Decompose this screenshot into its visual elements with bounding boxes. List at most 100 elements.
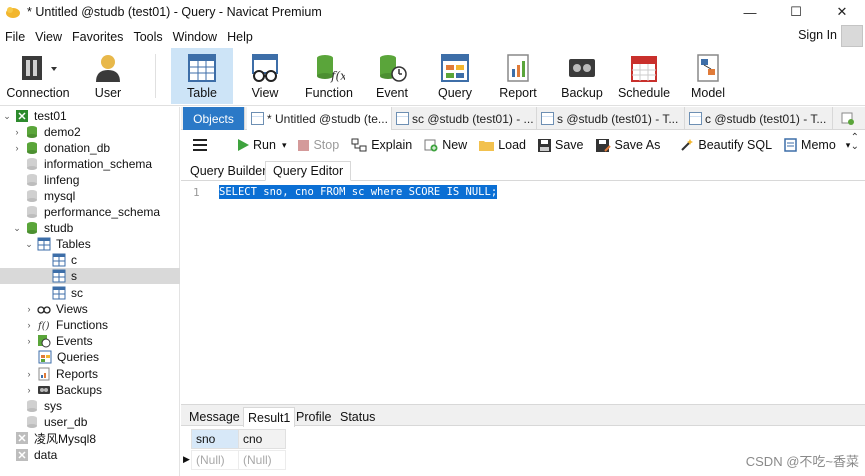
- event-icon: [380, 55, 407, 82]
- tree-item-events[interactable]: › Events: [0, 333, 180, 349]
- tree-item-test01[interactable]: ⌄ test01: [0, 108, 180, 124]
- tree-item-table-s[interactable]: s: [0, 268, 180, 284]
- tree-item-table-sc[interactable]: sc: [0, 285, 180, 301]
- tree-item-lingfeng-mysql8[interactable]: 凌风Mysql8: [0, 430, 180, 446]
- load-button[interactable]: Load: [479, 138, 526, 152]
- column-header-cno[interactable]: cno: [238, 429, 286, 449]
- stop-label: Stop: [313, 138, 340, 152]
- maximize-button[interactable]: ☐: [773, 0, 819, 24]
- menu-window[interactable]: Window: [168, 30, 222, 44]
- tab-untitled-query[interactable]: * Untitled @studb (te...: [247, 107, 392, 130]
- run-button[interactable]: Run ▾: [237, 138, 286, 152]
- tree-item-mysql[interactable]: mysql: [0, 188, 180, 204]
- function-button[interactable]: f(x) Function: [300, 48, 358, 104]
- line-gutter: 1: [181, 182, 213, 402]
- tree-item-sys[interactable]: sys: [0, 398, 180, 414]
- beautify-sql-button[interactable]: Beautify SQL: [680, 138, 772, 152]
- tree-item-studb[interactable]: ⌄ studb: [0, 220, 180, 236]
- column-header-sno[interactable]: sno: [191, 429, 239, 449]
- tree-item-backups[interactable]: › Backups: [0, 382, 180, 398]
- menu-toggle-button[interactable]: [193, 139, 207, 151]
- minimize-button[interactable]: —: [727, 0, 773, 24]
- tree-item-user-db[interactable]: user_db: [0, 414, 180, 430]
- tree-item-table-c[interactable]: c: [0, 252, 180, 268]
- sign-in-link[interactable]: Sign In: [798, 28, 837, 42]
- tree-item-donation-db[interactable]: › donation_db: [0, 140, 180, 156]
- stop-button[interactable]: Stop: [298, 138, 339, 152]
- run-label: Run: [253, 138, 276, 152]
- sql-editor[interactable]: 1 SELECT sno, cno FROM sc where SCORE IS…: [181, 182, 865, 402]
- save-button[interactable]: Save: [538, 138, 584, 152]
- backup-button[interactable]: Backup: [556, 48, 608, 104]
- memo-button[interactable]: Memo ▾: [784, 138, 850, 152]
- menu-help[interactable]: Help: [222, 30, 258, 44]
- tree-item-information-schema[interactable]: information_schema: [0, 156, 180, 172]
- model-button[interactable]: Model: [684, 48, 732, 104]
- tree-label: Functions: [56, 318, 109, 332]
- tree-item-views[interactable]: › Views: [0, 301, 180, 317]
- chevron-right-icon[interactable]: ›: [24, 385, 34, 395]
- schedule-button[interactable]: Schedule: [618, 48, 670, 104]
- tab-sc-table[interactable]: sc @studb (test01) - ...: [392, 107, 537, 130]
- overflow-chevron-icon[interactable]: ⌃ ⌄: [851, 133, 859, 152]
- close-button[interactable]: ✕: [819, 0, 865, 24]
- query-button[interactable]: Query: [431, 48, 479, 104]
- table-icon: [52, 286, 66, 300]
- chevron-right-icon[interactable]: ›: [24, 369, 34, 379]
- tree-item-performance-schema[interactable]: performance_schema: [0, 204, 180, 220]
- report-button[interactable]: Report: [494, 48, 542, 104]
- tab-overflow[interactable]: [837, 107, 861, 130]
- chevron-right-icon[interactable]: ›: [24, 304, 34, 314]
- database-closed-icon: [27, 158, 37, 170]
- current-row-marker-icon: ▶: [183, 454, 190, 464]
- connection-icon: [16, 110, 28, 122]
- tab-objects[interactable]: Objects: [183, 107, 245, 130]
- tree-label: information_schema: [44, 157, 153, 171]
- menu-file[interactable]: File: [0, 30, 30, 44]
- tab-result1[interactable]: Result1: [243, 407, 296, 427]
- chevron-down-icon[interactable]: ⌄: [2, 111, 12, 122]
- chevron-right-icon[interactable]: ›: [24, 336, 34, 346]
- tree-label: performance_schema: [44, 205, 161, 219]
- tab-profile[interactable]: Profile: [292, 407, 335, 427]
- chevron-right-icon[interactable]: ›: [24, 320, 34, 330]
- chevron-down-icon[interactable]: ⌄: [12, 223, 22, 234]
- avatar[interactable]: [841, 25, 863, 47]
- tab-c-table[interactable]: c @studb (test01) - T...: [685, 107, 833, 130]
- tree-label: c: [71, 253, 77, 267]
- chevron-right-icon[interactable]: ›: [12, 143, 22, 153]
- menu-view[interactable]: View: [30, 30, 67, 44]
- user-button[interactable]: User: [84, 48, 132, 104]
- connection-button[interactable]: Connection: [4, 48, 72, 104]
- tab-message[interactable]: Message: [185, 407, 244, 427]
- backups-icon: [38, 386, 50, 394]
- new-query-button[interactable]: New: [424, 138, 467, 152]
- tree-item-functions[interactable]: › f() Functions: [0, 317, 180, 333]
- tab-s-table[interactable]: s @studb (test01) - T...: [537, 107, 685, 130]
- cell-cno-null[interactable]: (Null): [238, 450, 286, 470]
- tab-query-builder[interactable]: Query Builder: [183, 161, 273, 181]
- save-as-button[interactable]: Save As: [595, 138, 660, 152]
- cell-sno-null[interactable]: (Null): [191, 450, 239, 470]
- tab-query-editor[interactable]: Query Editor: [265, 161, 352, 181]
- tree-item-linfeng[interactable]: linfeng: [0, 172, 180, 188]
- event-button[interactable]: Event: [368, 48, 416, 104]
- chevron-right-icon[interactable]: ›: [12, 127, 22, 137]
- tree-item-data[interactable]: data: [0, 447, 180, 463]
- sql-text-selected[interactable]: SELECT sno, cno FROM sc where SCORE IS N…: [219, 185, 498, 199]
- chevron-down-icon[interactable]: ▾: [282, 140, 287, 151]
- table-button[interactable]: Table: [171, 48, 233, 104]
- tree-item-queries[interactable]: Queries: [0, 349, 180, 365]
- tree-item-reports[interactable]: › Reports: [0, 366, 180, 382]
- explain-button[interactable]: Explain: [351, 138, 412, 152]
- chevron-down-icon[interactable]: ⌄: [24, 239, 34, 250]
- tree-item-tables[interactable]: ⌄ Tables: [0, 236, 180, 252]
- menu-favorites[interactable]: Favorites: [67, 30, 128, 44]
- database-icon: [27, 222, 37, 234]
- tree-label: Reports: [56, 367, 99, 381]
- tree-label: Events: [56, 334, 93, 348]
- tree-item-demo2[interactable]: › demo2: [0, 124, 180, 140]
- menu-tools[interactable]: Tools: [128, 30, 167, 44]
- tab-status[interactable]: Status: [336, 407, 379, 427]
- view-button[interactable]: View: [240, 48, 290, 104]
